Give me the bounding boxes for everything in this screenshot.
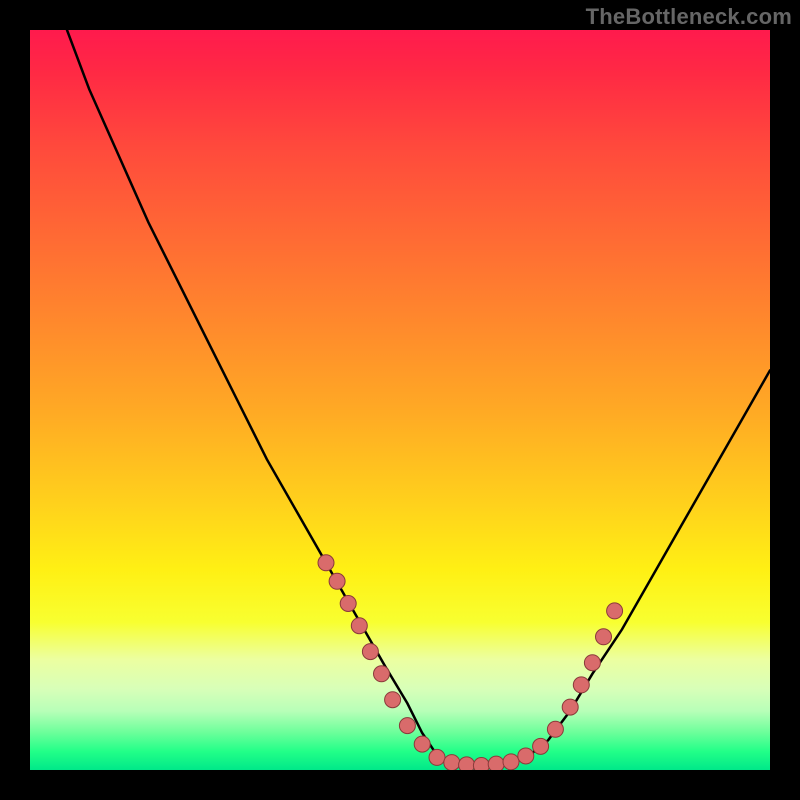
highlight-dot — [596, 629, 612, 645]
highlight-dot — [607, 603, 623, 619]
highlight-dot — [329, 573, 345, 589]
highlight-dot — [385, 692, 401, 708]
highlight-dot — [562, 699, 578, 715]
highlight-dot — [573, 677, 589, 693]
highlight-dot — [533, 738, 549, 754]
plot-area — [30, 30, 770, 770]
highlight-dot — [547, 721, 563, 737]
highlight-dot — [362, 644, 378, 660]
highlight-dot — [459, 757, 475, 770]
frame: TheBottleneck.com — [0, 0, 800, 800]
highlight-dot — [444, 755, 460, 770]
highlight-dot — [340, 596, 356, 612]
highlight-dot — [473, 758, 489, 770]
highlight-dot — [414, 736, 430, 752]
dots-group — [318, 555, 623, 770]
highlight-dot — [518, 748, 534, 764]
highlight-dot — [584, 655, 600, 671]
series-group — [67, 30, 770, 766]
curve-left-branch — [67, 30, 437, 755]
highlight-dot — [503, 754, 519, 770]
highlight-dot — [318, 555, 334, 571]
curve-right-branch — [526, 370, 770, 758]
highlight-dot — [429, 749, 445, 765]
highlight-dot — [488, 756, 504, 770]
highlight-dot — [399, 718, 415, 734]
chart-svg — [30, 30, 770, 770]
watermark-text: TheBottleneck.com — [586, 4, 792, 30]
highlight-dot — [351, 618, 367, 634]
highlight-dot — [374, 666, 390, 682]
